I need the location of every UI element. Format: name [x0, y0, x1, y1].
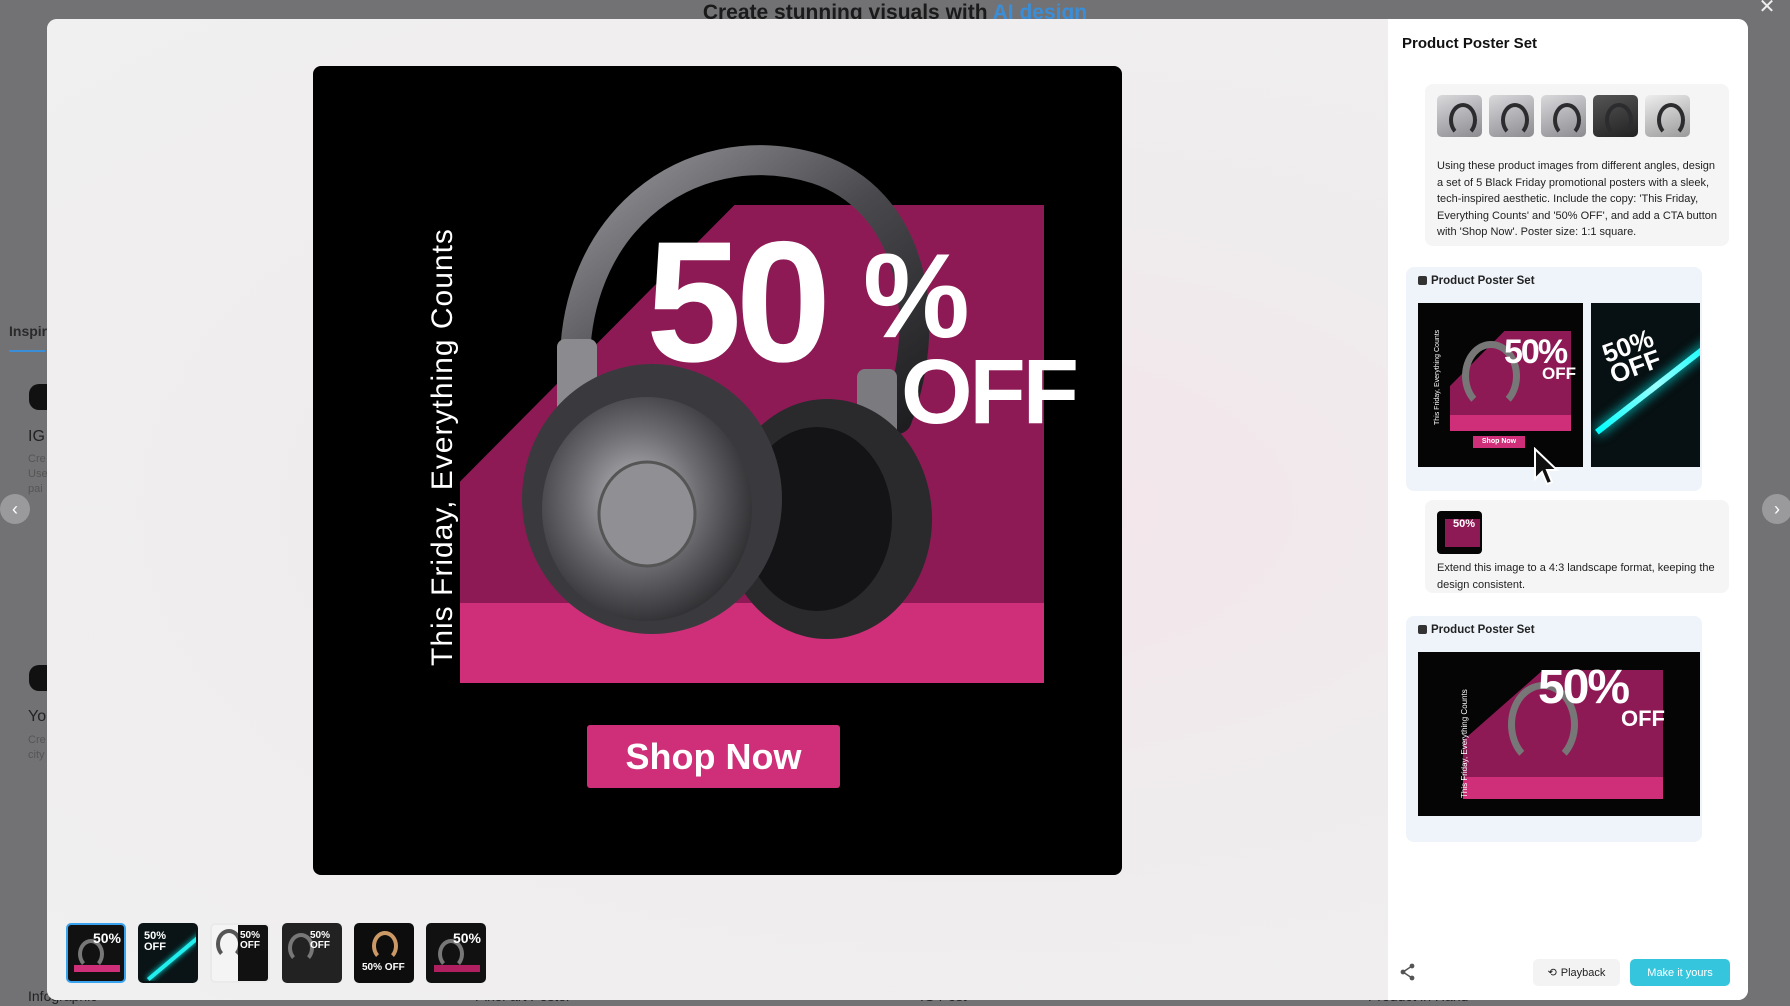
card-icon [29, 384, 49, 410]
poster-vertical-text: This Friday, Everything Counts [426, 228, 459, 666]
prompt-text: Using these product images from differen… [1437, 160, 1718, 238]
thumbnail-3[interactable]: 50% OFF [210, 923, 270, 983]
thumbnail-4[interactable]: 50% OFF [282, 923, 342, 983]
reference-images [1437, 95, 1690, 137]
result-image-2[interactable]: 50% OFF [1591, 303, 1700, 467]
prev-arrow-icon[interactable]: ‹ [0, 494, 30, 524]
thumbnail-band [74, 965, 120, 972]
poster-discount-number: 50 [646, 206, 831, 398]
tab-active-indicator [9, 350, 45, 352]
thumbnail-band [434, 965, 480, 972]
thumbnail-label: 50% OFF [144, 930, 167, 953]
reference-image-thumbnail[interactable] [1437, 95, 1482, 137]
user-prompt-message: Using these product images from differen… [1425, 84, 1729, 246]
main-poster: This Friday, Everything Counts 50 % OFF … [313, 66, 1122, 875]
mouse-cursor-icon [1534, 447, 1560, 486]
reference-image-thumbnail[interactable] [1541, 95, 1586, 137]
thumbnail-label: 50% [92, 930, 121, 946]
result-label-text: Product Poster Set [1431, 275, 1535, 287]
card-subtitle: Cre Use pai [28, 453, 48, 495]
poster-off: OFF [901, 341, 1079, 443]
reference-image-thumbnail[interactable] [1489, 95, 1534, 137]
card-icon [29, 665, 49, 691]
result-image-landscape[interactable]: This Friday, Everything Counts 50% OFF [1418, 652, 1700, 816]
preview-modal: This Friday, Everything Counts 50 % OFF … [47, 19, 1748, 1000]
make-it-yours-button[interactable]: Make it yours [1630, 959, 1730, 986]
card-title: Yo [28, 708, 47, 725]
followup-text: Extend this image to a 4:3 landscape for… [1437, 562, 1715, 591]
thumbnail-label: 50% [452, 930, 481, 946]
poster-shop-now-button: Shop Now [587, 725, 840, 788]
result-off: OFF [1542, 364, 1576, 383]
result-vertical-text: This Friday, Everything Counts [1460, 689, 1469, 798]
thumbnail-label: 50% OFF [362, 962, 405, 973]
poster-percent: % [863, 229, 970, 363]
thumbnail-label: 50% OFF [240, 930, 261, 951]
playback-label: Playback [1560, 966, 1606, 979]
card-subtitle: Cre city [28, 734, 46, 761]
result-label: Product Poster Set [1418, 624, 1535, 636]
chat-panel: Product Poster Set Using these product i… [1388, 19, 1748, 1000]
reference-image-thumbnail[interactable] [1645, 95, 1690, 137]
result-pink-strip [1450, 415, 1571, 431]
playback-button[interactable]: ⟲ Playback [1533, 959, 1620, 986]
result-image-1[interactable]: This Friday, Everything Counts 50% OFF S… [1418, 303, 1583, 467]
card-title: IG [28, 428, 45, 445]
thumbnail-5[interactable]: 50% OFF [354, 923, 414, 983]
reference-image-thumbnail[interactable] [1593, 95, 1638, 137]
result-off: OFF [1621, 706, 1665, 731]
followup-thumb-label: 50% [1453, 518, 1476, 530]
result-shop-button: Shop Now [1473, 436, 1525, 448]
panel-title: Product Poster Set [1402, 35, 1538, 52]
result-card-2: Product Poster Set This Friday, Everythi… [1406, 616, 1702, 842]
result-label: Product Poster Set [1418, 275, 1535, 287]
result-vertical-text: This Friday, Everything Counts [1434, 329, 1441, 425]
result-pink-strip [1463, 777, 1663, 799]
history-icon: ⟲ [1547, 967, 1557, 979]
bag-icon [1418, 276, 1427, 285]
next-arrow-icon[interactable]: › [1762, 494, 1790, 524]
preview-stage: This Friday, Everything Counts 50 % OFF … [47, 19, 1388, 1000]
thumbnail-strip: 50% 50% OFF 50% OFF 50% OFF 50% OFF 50% [66, 923, 486, 983]
thumbnail-2[interactable]: 50% OFF [138, 923, 198, 983]
user-followup-message: 50% Extend this image to a 4:3 landscape… [1425, 500, 1729, 593]
thumbnail-label: 50% OFF [310, 930, 331, 951]
panel-footer: ⟲ Playback Make it yours [1388, 956, 1748, 996]
thumb-headphones-icon [372, 931, 398, 961]
bag-icon [1418, 625, 1427, 634]
close-icon[interactable]: ✕ [1754, 0, 1780, 20]
share-icon[interactable] [1398, 962, 1418, 982]
result-label-text: Product Poster Set [1431, 624, 1535, 636]
thumbnail-6[interactable]: 50% [426, 923, 486, 983]
followup-reference-image[interactable]: 50% [1437, 511, 1482, 554]
thumbnail-1[interactable]: 50% [66, 923, 126, 983]
result-discount: 50% [1538, 661, 1630, 714]
